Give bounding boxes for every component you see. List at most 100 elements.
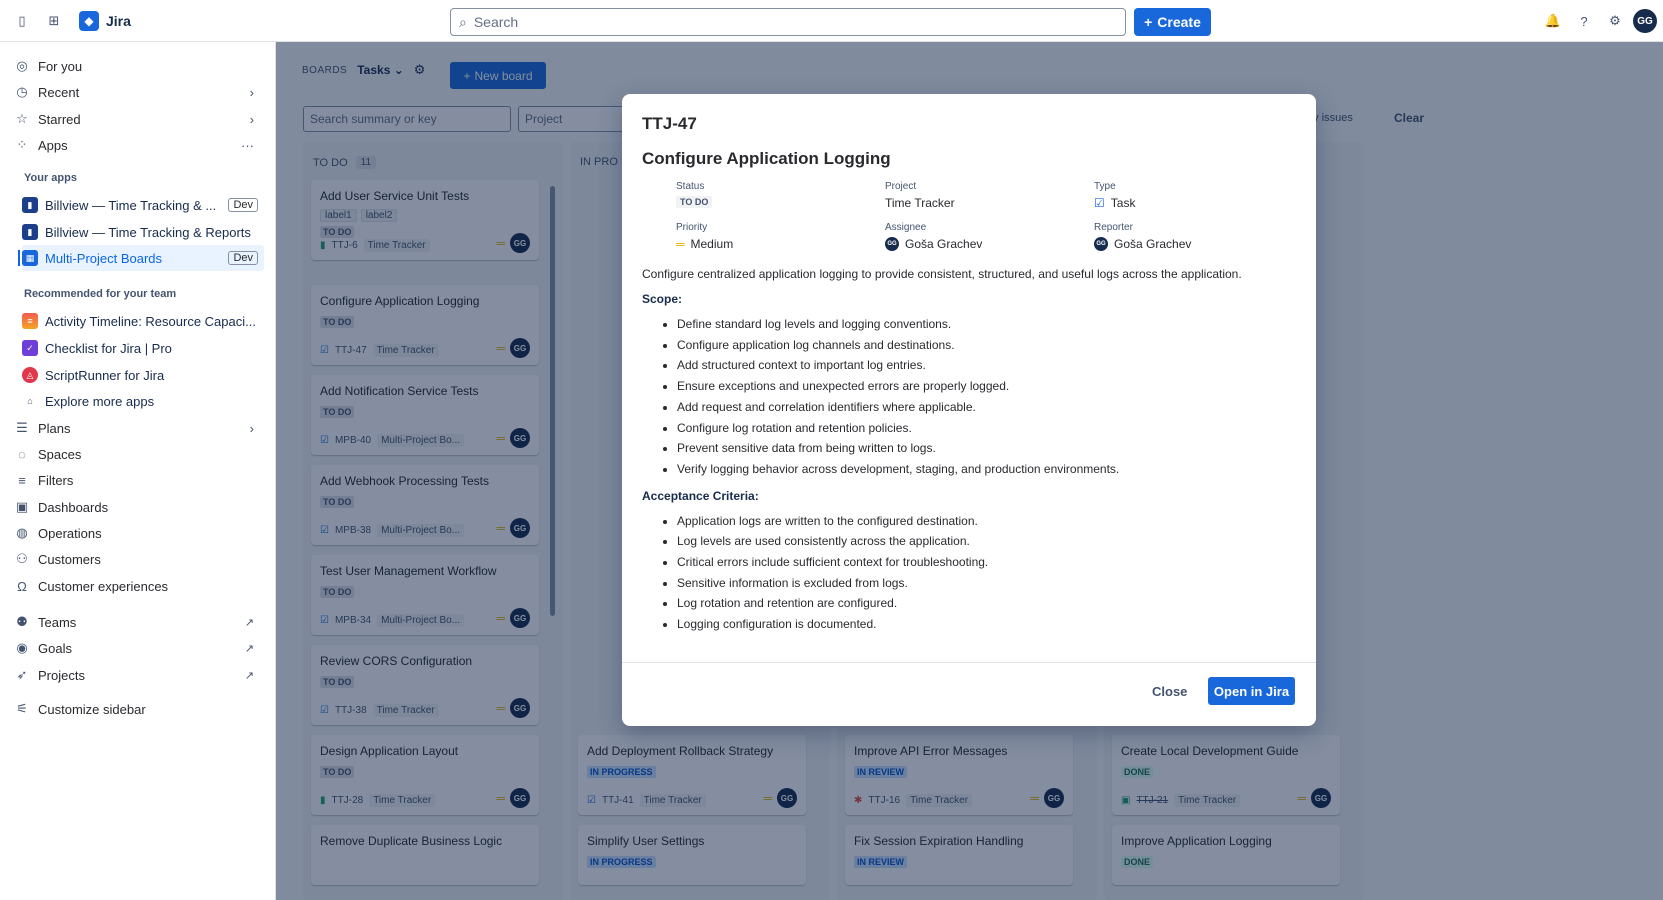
close-button[interactable]: Close: [1152, 684, 1187, 699]
notifications-icon[interactable]: 🔔: [1540, 8, 1566, 34]
sidebar-item-operations[interactable]: ◍ Operations: [14, 520, 264, 546]
help-icon[interactable]: ?: [1571, 8, 1597, 34]
app-billview[interactable]: ▮ Billview — Time Tracking & Reports: [22, 219, 264, 245]
sidebar-item-goals[interactable]: ◉ Goals ↗: [14, 635, 264, 661]
modal-body: TTJ-47 Configure Application Logging Sta…: [622, 94, 1316, 662]
field-project: Project Time Tracker: [885, 181, 1094, 210]
app-activity-timeline[interactable]: ≡ Activity Timeline: Resource Capaci...: [22, 308, 264, 334]
user-circle-icon: ◎: [16, 58, 28, 73]
issue-fields: Status TO DO Project Time Tracker Type ☑…: [676, 181, 1296, 251]
sidebar-item-label: Operations: [38, 525, 102, 541]
sidebar-item-label: Teams: [38, 614, 77, 630]
list-item: Verify logging behavior across developme…: [677, 459, 1296, 480]
dev-badge: Dev: [228, 198, 258, 212]
sidebar-item-label: Apps: [38, 137, 68, 153]
sidebar-item-apps[interactable]: ⁘ Apps ···: [14, 132, 264, 158]
field-label: Assignee: [885, 222, 927, 233]
sidebar-item-label: Dashboards: [38, 499, 109, 515]
your-apps-heading: Your apps: [24, 172, 77, 184]
active-indicator: [18, 250, 20, 266]
chevron-right-icon: ›: [249, 84, 254, 100]
sidebar-item-recent[interactable]: ◷ Recent ›: [14, 79, 264, 105]
app-label: Multi-Project Boards: [45, 250, 163, 266]
scriptrunner-icon: ◬: [22, 367, 38, 383]
issue-title: Configure Application Logging: [642, 149, 891, 168]
field-value: Goša Grachev: [1114, 237, 1192, 251]
sidebar-item-label: Customers: [38, 551, 101, 567]
app-label: Billview — Time Tracking & ...: [45, 197, 217, 213]
sidebar-item-label: Customer experiences: [38, 578, 169, 594]
external-link-icon: ↗: [244, 616, 254, 629]
sidebar-item-projects[interactable]: ➶ Projects ↗: [14, 662, 264, 688]
sidebar-item-label: Plans: [38, 420, 71, 436]
chevron-right-icon: ›: [249, 111, 254, 127]
top-navigation: ▯ ⊞ ◆ Jira ⌕ Search + Create 🔔 ? ⚙ GG: [0, 0, 1663, 42]
plans-icon: ☰: [16, 420, 28, 435]
field-value: Time Tracker: [885, 196, 955, 210]
sidebar-item-customers[interactable]: ⚇ Customers: [14, 546, 264, 572]
sidebar-item-spaces[interactable]: ◌ Spaces: [14, 441, 264, 467]
priority-medium-icon: ═: [676, 237, 685, 251]
star-icon: ☆: [16, 111, 28, 126]
list-item: Prevent sensitive data from being writte…: [677, 438, 1296, 459]
sidebar-toggle-icon[interactable]: ▯: [9, 8, 35, 34]
field-label: Type: [1094, 181, 1116, 192]
modal-footer: Close Open in Jira: [622, 662, 1316, 726]
list-item: Critical errors include sufficient conte…: [677, 552, 1296, 573]
field-status: Status TO DO: [676, 181, 885, 210]
sidebar: ◎ For you ◷ Recent › ☆ Starred › ⁘ Apps …: [0, 42, 276, 900]
open-in-jira-button[interactable]: Open in Jira: [1208, 677, 1295, 705]
app-billview-dev[interactable]: ▮ Billview — Time Tracking & ... Dev: [22, 192, 264, 218]
app-multi-project-boards[interactable]: ▦ Multi-Project Boards Dev: [22, 245, 264, 271]
field-label: Status: [676, 181, 705, 192]
external-link-icon: ↗: [244, 669, 254, 682]
sidebar-item-label: Recent: [38, 84, 80, 100]
more-icon[interactable]: ···: [241, 138, 254, 153]
user-avatar[interactable]: GG: [1633, 9, 1657, 33]
jira-logo[interactable]: ◆ Jira: [79, 10, 131, 31]
billview-icon: ▮: [22, 224, 38, 240]
app-label: ScriptRunner for Jira: [45, 367, 165, 383]
sidebar-item-label: Projects: [38, 667, 85, 683]
field-value: Task: [1110, 196, 1136, 210]
search-input[interactable]: ⌕ Search: [450, 8, 1126, 36]
avatar: GG: [1094, 237, 1108, 251]
sidebar-item-starred[interactable]: ☆ Starred ›: [14, 106, 264, 132]
app-label: Explore more apps: [45, 393, 155, 409]
jira-mark-icon: ◆: [79, 10, 99, 31]
sidebar-item-customer-experiences[interactable]: Ω Customer experiences: [14, 573, 264, 599]
app-scriptrunner[interactable]: ◬ ScriptRunner for Jira: [22, 362, 264, 388]
field-label: Priority: [676, 222, 708, 233]
sidebar-item-label: Customize sidebar: [38, 701, 146, 717]
sidebar-item-filters[interactable]: ≡ Filters: [14, 467, 264, 493]
list-item: Configure application log channels and d…: [677, 335, 1296, 356]
store-icon: ⌂: [27, 396, 33, 406]
list-item: Logging configuration is documented.: [677, 614, 1296, 635]
settings-icon[interactable]: ⚙: [1602, 8, 1628, 34]
list-item: Log levels are used consistently across …: [677, 531, 1296, 552]
create-button[interactable]: + Create: [1134, 8, 1211, 36]
issue-key: TTJ-47: [642, 114, 697, 133]
sidebar-item-for-you[interactable]: ◎ For you: [14, 53, 264, 79]
list-item: Configure log rotation and retention pol…: [677, 418, 1296, 439]
sidebar-item-teams[interactable]: ⚉ Teams ↗: [14, 609, 264, 635]
create-label: Create: [1157, 14, 1201, 30]
issue-modal: TTJ-47 Configure Application Logging Sta…: [622, 94, 1316, 726]
scope-list: Define standard log levels and logging c…: [677, 314, 1296, 480]
teams-icon: ⚉: [16, 614, 28, 629]
search-placeholder: Search: [473, 14, 519, 30]
list-item: Application logs are written to the conf…: [677, 511, 1296, 532]
list-item: Define standard log levels and logging c…: [677, 314, 1296, 335]
field-priority: Priority ═ Medium: [676, 222, 885, 251]
sidebar-item-dashboards[interactable]: ▣ Dashboards: [14, 494, 264, 520]
app-checklist[interactable]: ✓ Checklist for Jira | Pro: [22, 335, 264, 361]
sidebar-item-customize[interactable]: ⚟ Customize sidebar: [14, 696, 264, 722]
billview-icon: ▮: [22, 197, 38, 213]
sidebar-item-plans[interactable]: ☰ Plans ›: [14, 415, 264, 441]
list-item: Add structured context to important log …: [677, 355, 1296, 376]
list-item: Log rotation and retention are configure…: [677, 593, 1296, 614]
app-label: Activity Timeline: Resource Capaci...: [45, 313, 256, 329]
app-switcher-icon[interactable]: ⊞: [41, 8, 67, 34]
explore-more-apps[interactable]: ⌂ Explore more apps: [22, 388, 264, 414]
plus-icon: +: [1144, 14, 1153, 30]
